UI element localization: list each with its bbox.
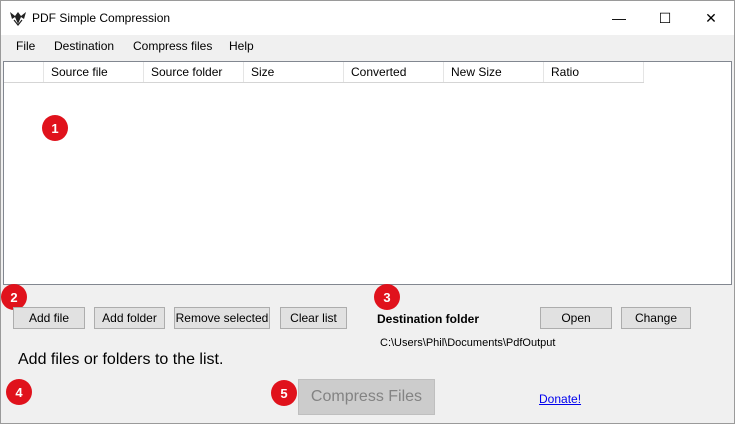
add-file-button[interactable]: Add file [13,307,85,329]
remove-selected-button[interactable]: Remove selected [174,307,270,329]
app-window: PDF Simple Compression — ☐ ✕ File Destin… [0,0,735,424]
maximize-icon: ☐ [658,9,672,26]
column-header-select[interactable] [4,62,44,82]
title-bar[interactable]: PDF Simple Compression — ☐ ✕ [1,1,734,35]
close-icon: ✕ [705,9,717,26]
compress-files-button[interactable]: Compress Files [298,379,435,415]
window-title: PDF Simple Compression [32,11,171,25]
clear-list-button[interactable]: Clear list [280,307,347,329]
maximize-button[interactable]: ☐ [642,1,688,35]
callout-marker-1: 1 [42,115,68,141]
file-list[interactable]: Source file Source folder Size Converted… [3,61,732,285]
column-header-source-file[interactable]: Source file [44,62,144,82]
column-header-new-size[interactable]: New Size [444,62,544,82]
file-list-header: Source file Source folder Size Converted… [4,62,644,83]
minimize-icon: — [612,10,626,26]
status-message: Add files or folders to the list. [18,351,224,368]
add-folder-button[interactable]: Add folder [94,307,165,329]
callout-marker-5: 5 [271,380,297,406]
column-header-size[interactable]: Size [244,62,344,82]
destination-folder-label: Destination folder [377,312,480,326]
column-header-ratio[interactable]: Ratio [544,62,644,82]
menu-bar: File Destination Compress files Help [1,36,734,56]
column-header-source-folder[interactable]: Source folder [144,62,244,82]
close-button[interactable]: ✕ [688,1,734,35]
callout-marker-4: 4 [6,379,32,405]
donate-link[interactable]: Donate! [539,392,581,406]
destination-path: C:\Users\Phil\Documents\PdfOutput [380,337,556,349]
open-folder-button[interactable]: Open [540,307,612,329]
menu-compress-files[interactable]: Compress files [133,39,212,53]
app-logo-icon [10,12,26,26]
minimize-button[interactable]: — [596,1,642,35]
menu-destination[interactable]: Destination [54,39,114,53]
menu-help[interactable]: Help [229,39,254,53]
change-folder-button[interactable]: Change [621,307,691,329]
column-header-converted[interactable]: Converted [344,62,444,82]
callout-marker-3: 3 [374,284,400,310]
menu-file[interactable]: File [16,39,35,53]
